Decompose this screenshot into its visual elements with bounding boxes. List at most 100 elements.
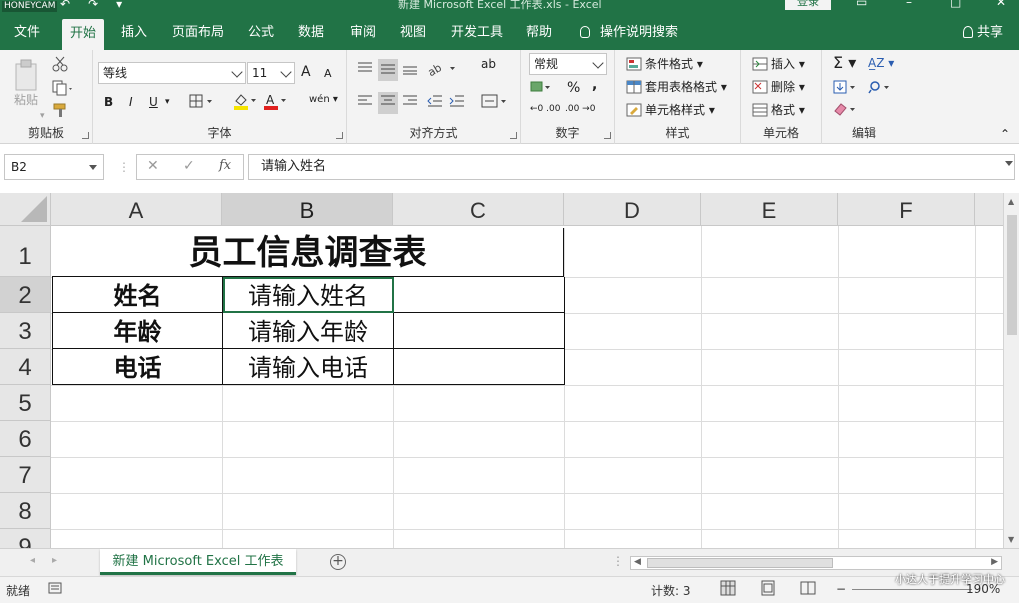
scroll-left-icon[interactable]: ◀ xyxy=(634,557,641,567)
insert-function-icon[interactable]: fx xyxy=(219,158,231,173)
italic-button[interactable]: I xyxy=(129,94,133,110)
tab-data[interactable]: 数据 xyxy=(290,14,332,50)
decrease-indent-icon[interactable] xyxy=(427,94,443,112)
column-header-e[interactable]: E xyxy=(701,193,838,226)
save-icon[interactable]: ↶ xyxy=(60,0,70,11)
clipboard-launcher-icon[interactable] xyxy=(82,132,89,139)
name-box[interactable]: B2 xyxy=(4,154,104,180)
tab-insert[interactable]: 插入 xyxy=(113,14,155,50)
cell-c2[interactable] xyxy=(394,277,565,313)
increase-decimal-icon[interactable]: ←0 .00 xyxy=(530,101,560,117)
vertical-scroll-thumb[interactable] xyxy=(1007,215,1017,335)
font-size-select[interactable]: 11 xyxy=(247,62,295,84)
share-button[interactable]: 共享 xyxy=(962,14,1003,50)
number-launcher-icon[interactable] xyxy=(604,132,611,139)
fill-color-button[interactable] xyxy=(233,92,259,114)
normal-view-icon[interactable] xyxy=(720,580,736,599)
cell-a2[interactable]: 姓名 xyxy=(52,277,223,313)
format-as-table-button[interactable]: 套用表格格式 ▾ xyxy=(626,79,727,95)
tab-page-layout[interactable]: 页面布局 xyxy=(164,14,232,50)
format-cells-button[interactable]: 格式 ▾ xyxy=(752,102,805,118)
column-header-f[interactable]: F xyxy=(838,193,975,226)
wrap-text-button[interactable]: ab xyxy=(481,56,496,72)
formula-input[interactable]: 请输入姓名 xyxy=(248,154,1015,180)
worksheet-grid[interactable]: A B C D E F 1 2 3 4 5 6 7 8 9 员工信息调查表 姓名… xyxy=(0,193,1003,548)
tab-file[interactable]: 文件 xyxy=(6,14,48,50)
align-left-icon[interactable] xyxy=(357,94,373,112)
zoom-slider[interactable] xyxy=(852,589,972,590)
customize-icon[interactable]: ▾ xyxy=(116,0,122,11)
horizontal-scrollbar[interactable]: ◀ ▶ xyxy=(630,556,1002,570)
formula-bar-splitter[interactable]: ⋮ xyxy=(118,160,130,174)
enter-icon[interactable]: ✓ xyxy=(183,158,195,174)
row-header-7[interactable]: 7 xyxy=(0,457,51,493)
tab-view[interactable]: 视图 xyxy=(392,14,434,50)
cut-icon[interactable] xyxy=(52,56,68,76)
paste-button[interactable] xyxy=(12,58,40,96)
increase-indent-icon[interactable] xyxy=(449,94,465,112)
cell-b3[interactable]: 请输入年龄 xyxy=(223,313,394,349)
borders-button[interactable] xyxy=(189,94,215,112)
row-header-3[interactable]: 3 xyxy=(0,313,51,349)
row-header-4[interactable]: 4 xyxy=(0,349,51,385)
page-layout-view-icon[interactable] xyxy=(760,580,776,599)
redo-icon[interactable]: ↷ xyxy=(88,0,98,11)
maximize-icon[interactable]: □ xyxy=(950,0,961,9)
underline-button[interactable]: U xyxy=(149,94,158,110)
alignment-launcher-icon[interactable] xyxy=(510,132,517,139)
grow-font-button[interactable]: A xyxy=(301,64,311,80)
cell-styles-button[interactable]: 单元格样式 ▾ xyxy=(626,102,715,118)
cell-c4[interactable] xyxy=(394,349,565,385)
prev-sheet-icon[interactable]: ◂ xyxy=(30,555,35,566)
paste-dropdown-icon[interactable]: ▾ xyxy=(40,108,45,124)
minimize-icon[interactable]: – xyxy=(906,0,912,9)
autosum-icon[interactable]: Σ ▾ xyxy=(833,55,856,71)
cell-a4[interactable]: 电话 xyxy=(52,349,223,385)
expand-formula-icon[interactable] xyxy=(1005,161,1013,166)
login-button[interactable]: 登录 xyxy=(785,0,831,10)
tab-developer[interactable]: 开发工具 xyxy=(443,14,511,50)
find-select-icon[interactable] xyxy=(868,80,894,98)
row-header-8[interactable]: 8 xyxy=(0,493,51,529)
cell-b2[interactable]: 请输入姓名 xyxy=(223,277,394,313)
horizontal-scroll-thumb[interactable] xyxy=(647,558,833,568)
column-header-d[interactable]: D xyxy=(564,193,701,226)
align-top-icon[interactable] xyxy=(357,61,373,79)
tab-formulas[interactable]: 公式 xyxy=(240,14,282,50)
font-name-select[interactable]: 等线 xyxy=(98,62,246,84)
align-bottom-icon[interactable] xyxy=(402,61,418,79)
fill-icon[interactable] xyxy=(833,80,859,98)
vertical-scrollbar[interactable]: ▲ ▼ xyxy=(1003,193,1019,548)
row-header-6[interactable]: 6 xyxy=(0,421,51,457)
row-header-9[interactable]: 9 xyxy=(0,529,51,548)
decrease-decimal-icon[interactable]: .00 →0 xyxy=(565,101,595,117)
collapse-ribbon-icon[interactable]: ⌃ xyxy=(1000,126,1010,142)
column-header-a[interactable]: A xyxy=(51,193,222,226)
phonetic-button[interactable]: wén ▾ xyxy=(309,92,338,108)
cell-c3[interactable] xyxy=(394,313,565,349)
row-header-2[interactable]: 2 xyxy=(0,277,51,313)
scroll-down-icon[interactable]: ▼ xyxy=(1008,535,1014,544)
tab-splitter[interactable]: ⋮ xyxy=(612,554,624,568)
font-launcher-icon[interactable] xyxy=(336,132,343,139)
cell-a3[interactable]: 年龄 xyxy=(52,313,223,349)
clear-icon[interactable] xyxy=(833,102,859,120)
conditional-format-button[interactable]: 条件格式 ▾ xyxy=(626,56,703,72)
row-header-1[interactable]: 1 xyxy=(0,226,51,277)
underline-dropdown-icon[interactable]: ▾ xyxy=(165,94,170,110)
tab-help[interactable]: 帮助 xyxy=(518,14,560,50)
next-sheet-icon[interactable]: ▸ xyxy=(52,555,57,566)
insert-cells-button[interactable]: 插入 ▾ xyxy=(752,56,805,72)
page-break-view-icon[interactable] xyxy=(800,580,816,599)
shrink-font-button[interactable]: A xyxy=(324,66,332,82)
align-center-icon[interactable] xyxy=(378,92,398,114)
macro-record-icon[interactable] xyxy=(48,581,62,598)
bold-button[interactable]: B xyxy=(104,94,113,110)
select-all-button[interactable] xyxy=(0,193,51,226)
cell-a1-title[interactable]: 员工信息调查表 xyxy=(52,227,564,277)
scroll-up-icon[interactable]: ▲ xyxy=(1008,197,1014,206)
sort-filter-icon[interactable]: A̲Z ▾ xyxy=(868,55,894,71)
comma-button[interactable]: , xyxy=(592,77,597,93)
tab-home[interactable]: 开始 xyxy=(62,19,105,50)
row-header-5[interactable]: 5 xyxy=(0,385,51,421)
